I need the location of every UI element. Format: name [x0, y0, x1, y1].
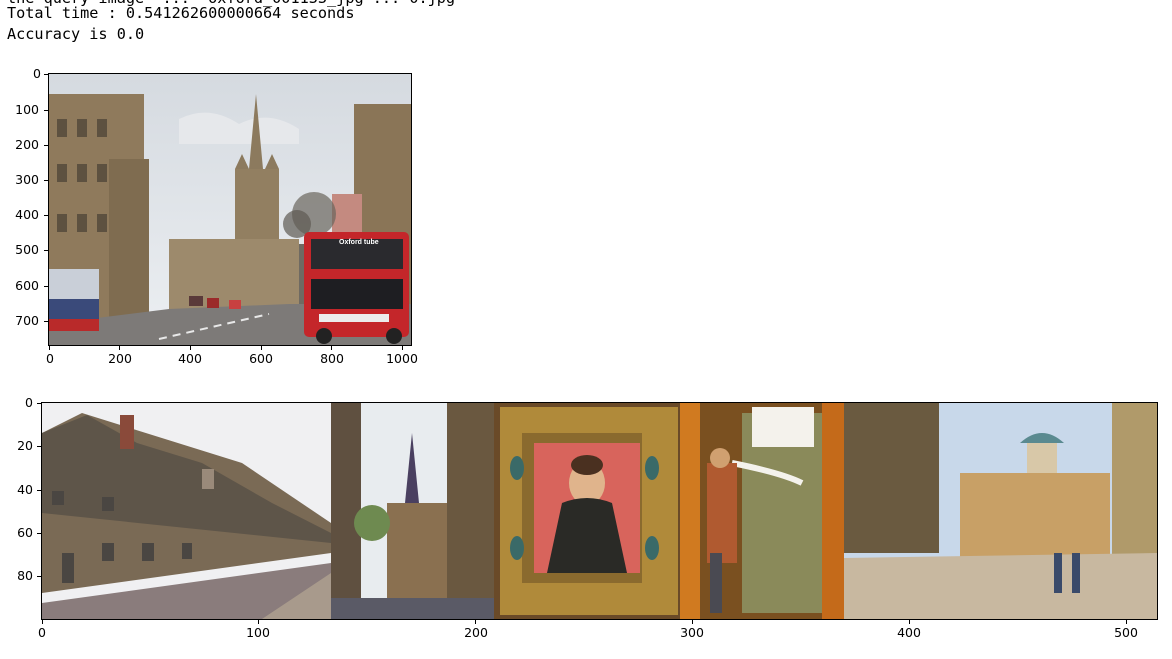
x-tick-label: 1000: [386, 351, 418, 366]
retrieved-image-square: [844, 403, 1157, 619]
x-tick-mark: [49, 346, 50, 350]
x-tick-mark: [42, 620, 43, 624]
y-tick-label: 0: [25, 395, 33, 410]
x-tick-mark: [331, 346, 332, 350]
retrieved-images: [42, 403, 1157, 619]
x-tick-label: 0: [38, 625, 46, 640]
x-tick-label: 400: [178, 351, 202, 366]
retrieved-image-interior: [680, 403, 844, 619]
x-tick-label: 100: [246, 625, 270, 640]
total-time-output: Total time : 0.541262600000664 seconds: [7, 4, 355, 22]
y-tick-label: 200: [15, 137, 39, 152]
y-tick-label: 20: [17, 438, 33, 453]
x-tick-label: 500: [1114, 625, 1138, 640]
query-image: Oxford tube: [48, 73, 412, 346]
bus-text: Oxford tube: [339, 239, 379, 246]
x-tick-label: 200: [108, 351, 132, 366]
x-tick-label: 800: [320, 351, 344, 366]
x-tick-label: 600: [249, 351, 273, 366]
y-tick-label: 100: [15, 102, 39, 117]
y-tick-label: 600: [15, 278, 39, 293]
x-tick-mark: [1126, 620, 1127, 624]
accuracy-output: Accuracy is 0.0: [7, 25, 145, 43]
x-tick-mark: [258, 620, 259, 624]
x-tick-mark: [909, 620, 910, 624]
x-tick-mark: [190, 346, 191, 350]
retrieved-image-strip: [41, 402, 1158, 620]
retrieved-image-portrait: [494, 403, 680, 619]
street-scene-image: Oxford tube: [49, 74, 411, 345]
x-tick-mark: [402, 346, 403, 350]
y-tick-label: 400: [15, 207, 39, 222]
x-tick-mark: [119, 346, 120, 350]
y-tick-label: 80: [17, 568, 33, 583]
x-tick-mark: [475, 620, 476, 624]
y-tick-label: 40: [17, 482, 33, 497]
x-tick-mark: [692, 620, 693, 624]
y-tick-label: 300: [15, 172, 39, 187]
x-tick-label: 200: [464, 625, 488, 640]
y-tick-label: 60: [17, 525, 33, 540]
retrieved-image-cottages: [42, 403, 331, 619]
y-tick-label: 0: [33, 66, 41, 81]
x-tick-label: 400: [897, 625, 921, 640]
y-tick-label: 500: [15, 242, 39, 257]
x-tick-label: 300: [680, 625, 704, 640]
x-tick-label: 0: [46, 351, 54, 366]
y-tick-label: 700: [15, 313, 39, 328]
x-tick-mark: [261, 346, 262, 350]
retrieved-image-church: [331, 403, 494, 619]
